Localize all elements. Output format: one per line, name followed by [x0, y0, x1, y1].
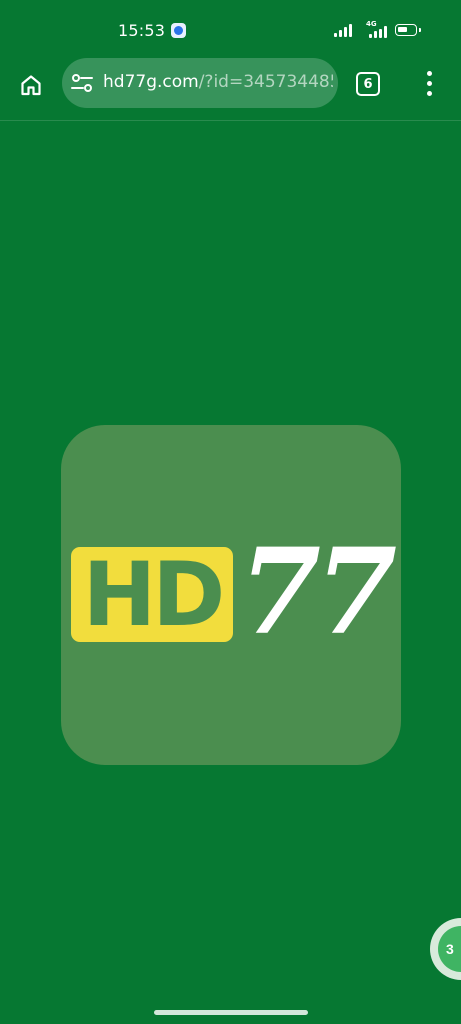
tabs-button[interactable]: 6	[356, 72, 380, 96]
gesture-handle[interactable]	[154, 1010, 308, 1015]
menu-dot	[427, 81, 432, 86]
browser-page: 15:53 4G hd77g.com/?id=345734485 6 HD 77…	[0, 0, 461, 1024]
chat-bubble-icon: 3	[438, 926, 461, 972]
menu-dot	[427, 71, 432, 76]
battery-icon	[395, 24, 421, 36]
app-logo: HD 77	[61, 425, 401, 765]
menu-dot	[427, 91, 432, 96]
logo-badge: HD	[71, 547, 233, 642]
status-time: 15:53	[118, 21, 166, 40]
url-text[interactable]: hd77g.com/?id=345734485	[103, 72, 333, 92]
home-button[interactable]	[14, 68, 48, 102]
url-domain: hd77g.com	[103, 72, 199, 92]
chat-widget-button[interactable]: 3	[430, 918, 461, 980]
logo-prefix: HD	[82, 542, 226, 646]
url-path: /?id=345734485	[198, 72, 333, 92]
home-icon	[21, 75, 41, 96]
tab-count: 6	[363, 76, 373, 92]
site-settings-icon[interactable]	[71, 73, 93, 93]
address-bar[interactable]: hd77g.com/?id=345734485	[62, 58, 338, 108]
signal-icon	[334, 24, 352, 37]
status-bar: 15:53 4G	[0, 0, 461, 58]
signal-4g-icon	[369, 26, 387, 38]
browser-toolbar: hd77g.com/?id=345734485 6	[0, 58, 461, 121]
chat-widget-label: 3	[446, 941, 454, 957]
app-notification-icon	[171, 23, 186, 38]
logo-number: 77	[239, 522, 397, 661]
more-menu-button[interactable]	[420, 70, 440, 98]
